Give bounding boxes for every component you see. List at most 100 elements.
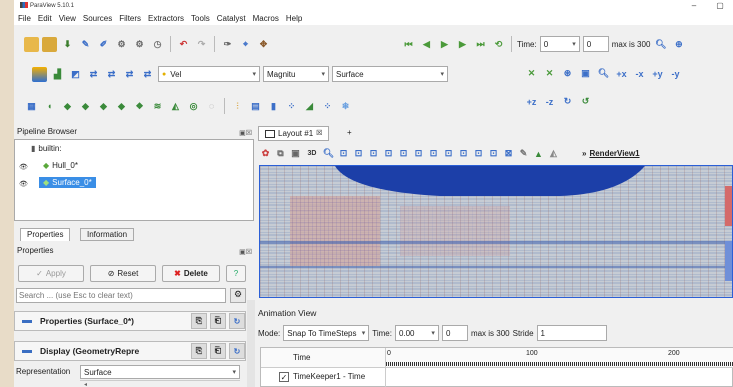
help-button[interactable]: ? bbox=[226, 265, 246, 282]
select-surface-cells-icon[interactable]: ⊡ bbox=[337, 146, 350, 161]
view-minus-x-icon[interactable]: -x bbox=[632, 66, 647, 81]
menu-macros[interactable]: Macros bbox=[253, 12, 279, 25]
visibility-eye-icon[interactable]: 👁︎ bbox=[19, 180, 28, 188]
next-frame-icon[interactable]: ▶ bbox=[455, 37, 470, 52]
connect-icon[interactable]: ✎ bbox=[78, 37, 93, 52]
save-icon[interactable]: ⬇ bbox=[60, 37, 75, 52]
tree-item-hull[interactable]: ◆ Hull_0* bbox=[43, 161, 78, 170]
view-plus-y-icon[interactable]: +y bbox=[650, 66, 665, 81]
apply-button[interactable]: ✓ Apply bbox=[18, 265, 84, 282]
component-combo[interactable]: Magnitu bbox=[263, 66, 329, 82]
plot-over-line-icon[interactable]: ◢ bbox=[302, 99, 317, 114]
last-frame-icon[interactable]: ⏭ bbox=[473, 37, 488, 52]
shrink-selection-icon[interactable]: ⊡ bbox=[487, 146, 500, 161]
horizontal-scrollbar[interactable]: ◂ bbox=[80, 380, 240, 387]
select-blocks-icon[interactable]: ⊡ bbox=[412, 146, 425, 161]
stride-spinbox[interactable]: 1 bbox=[536, 325, 607, 341]
plot-icon[interactable]: ▮ bbox=[266, 99, 281, 114]
clear-selection-icon[interactable]: ⊠ bbox=[502, 146, 515, 161]
add-layout-button[interactable]: + bbox=[341, 127, 358, 140]
edit-color-map-icon[interactable]: ▟ bbox=[50, 67, 65, 82]
render-view-canvas[interactable] bbox=[260, 166, 733, 298]
zoom-plus-icon[interactable]: ⊕ bbox=[671, 37, 686, 52]
animation-time-combo[interactable]: 0.00 bbox=[394, 325, 439, 341]
timeline-ruler[interactable]: 0 100 200 bbox=[385, 348, 733, 368]
camera-redo-icon[interactable]: ⌖ bbox=[238, 37, 253, 52]
reset-range-icon[interactable]: ◩ bbox=[68, 67, 83, 82]
undo-icon[interactable]: ↶ bbox=[176, 37, 191, 52]
menu-catalyst[interactable]: Catalyst bbox=[217, 12, 246, 25]
view-plus-x-icon[interactable]: +x bbox=[614, 66, 629, 81]
timer-icon[interactable]: ◷ bbox=[150, 37, 165, 52]
zoom-to-data-icon[interactable]: ⊛ bbox=[560, 66, 575, 81]
find-data-icon[interactable]: ⫶ bbox=[230, 99, 245, 114]
select-polygon-icon[interactable]: ⊡ bbox=[397, 146, 410, 161]
extract-subset-icon[interactable]: ◆ bbox=[114, 99, 129, 114]
maximize-button[interactable]: ▢ bbox=[707, 0, 733, 12]
contour-icon[interactable]: ◖ bbox=[42, 99, 57, 114]
minimize-button[interactable]: – bbox=[681, 0, 707, 12]
copy-icon[interactable]: ⎘ bbox=[191, 343, 207, 359]
view-zoom-icon[interactable]: 🔍︎ bbox=[322, 146, 335, 161]
properties-scrollbar[interactable] bbox=[247, 300, 255, 387]
reload-icon[interactable]: ↻ bbox=[229, 313, 245, 329]
selection-icon[interactable]: ⁘ bbox=[320, 99, 335, 114]
screenshot-icon[interactable]: ▣ bbox=[289, 146, 302, 161]
rescale-custom-icon[interactable]: ⇄ bbox=[86, 67, 101, 82]
menu-tools[interactable]: Tools bbox=[191, 12, 210, 25]
tab-properties[interactable]: Properties bbox=[20, 228, 71, 241]
rescale-data-icon[interactable]: ⇄ bbox=[140, 67, 155, 82]
extract-level-icon[interactable]: ◌ bbox=[204, 99, 219, 114]
dock-close-icon[interactable]: ▣☒ bbox=[239, 247, 252, 259]
glyph-icon[interactable]: ❖ bbox=[132, 99, 147, 114]
zoom-box-icon[interactable]: ▣ bbox=[578, 66, 593, 81]
copy-icon[interactable]: ⎘ bbox=[191, 313, 207, 329]
close-tab-icon[interactable]: ☒ bbox=[316, 127, 322, 141]
rescale-temporal-icon[interactable]: ⇄ bbox=[104, 67, 119, 82]
slice-icon[interactable]: ◆ bbox=[78, 99, 93, 114]
delete-button[interactable]: ✖ Delete bbox=[162, 265, 220, 282]
clip-icon[interactable]: ◆ bbox=[60, 99, 75, 114]
display-section-header[interactable]: Display (GeometryRepre ⎘ ⎗ ↻ bbox=[14, 341, 246, 361]
interactive-select-icon[interactable]: ⊡ bbox=[427, 146, 440, 161]
annotation-icon[interactable]: ◭ bbox=[547, 146, 560, 161]
animation-mode-combo[interactable]: Snap To TimeSteps bbox=[283, 325, 370, 341]
camera-link-icon[interactable]: ⧉ bbox=[274, 146, 287, 161]
zoom-closest-icon[interactable]: 🔍︎ bbox=[596, 66, 611, 81]
camera-undo-icon[interactable]: ✑ bbox=[220, 37, 235, 52]
color-legend-icon[interactable] bbox=[32, 66, 47, 82]
open-icon[interactable] bbox=[24, 36, 39, 52]
camera-capture-icon[interactable]: ✿ bbox=[259, 146, 272, 161]
representation-combo[interactable]: Surface bbox=[332, 66, 448, 82]
group-icon[interactable]: ◎ bbox=[186, 99, 201, 114]
properties-section-header[interactable]: Properties (Surface_0*) ⎘ ⎗ ↻ bbox=[14, 311, 246, 331]
tree-item-surface[interactable]: ◆ Surface_0* bbox=[39, 177, 96, 188]
rescale-visible-icon[interactable]: ⇄ bbox=[122, 67, 137, 82]
view-plus-z-icon[interactable]: +z bbox=[524, 94, 539, 109]
first-frame-icon[interactable]: ⏮ bbox=[401, 37, 416, 52]
visibility-eye-icon[interactable]: 👁︎ bbox=[19, 163, 28, 171]
calculator-icon[interactable]: ▦ bbox=[24, 99, 39, 114]
rotate-minus90-icon[interactable]: ↺ bbox=[578, 94, 593, 109]
play-icon[interactable]: ▶ bbox=[437, 37, 452, 52]
menu-extractors[interactable]: Extractors bbox=[148, 12, 184, 25]
render-view[interactable] bbox=[259, 165, 733, 298]
threshold-icon[interactable]: ◆ bbox=[96, 99, 111, 114]
disconnect-icon[interactable]: ✐ bbox=[96, 37, 111, 52]
track-enabled-checkbox[interactable]: ✓ bbox=[279, 372, 289, 382]
query-icon[interactable]: ▤ bbox=[248, 99, 263, 114]
tab-layout-1[interactable]: Layout #1 ☒ bbox=[258, 126, 330, 141]
menu-view[interactable]: View bbox=[59, 12, 76, 25]
macro-icon[interactable]: ⚙ bbox=[132, 37, 147, 52]
menu-help[interactable]: Help bbox=[286, 12, 302, 25]
tab-information[interactable]: Information bbox=[80, 228, 135, 241]
paste-icon[interactable]: ⎗ bbox=[210, 343, 226, 359]
loop-icon[interactable]: ⟲ bbox=[491, 37, 506, 52]
rotate-plus90-icon[interactable]: ↻ bbox=[560, 94, 575, 109]
menu-sources[interactable]: Sources bbox=[83, 12, 112, 25]
toggle-3d-button[interactable]: 3D bbox=[304, 146, 320, 161]
paste-icon[interactable]: ⎗ bbox=[210, 313, 226, 329]
snowflake-icon[interactable]: ❄ bbox=[338, 99, 353, 114]
advanced-gear-icon[interactable]: ⚙ bbox=[230, 288, 246, 303]
stream-tracer-icon[interactable]: ≋ bbox=[150, 99, 165, 114]
